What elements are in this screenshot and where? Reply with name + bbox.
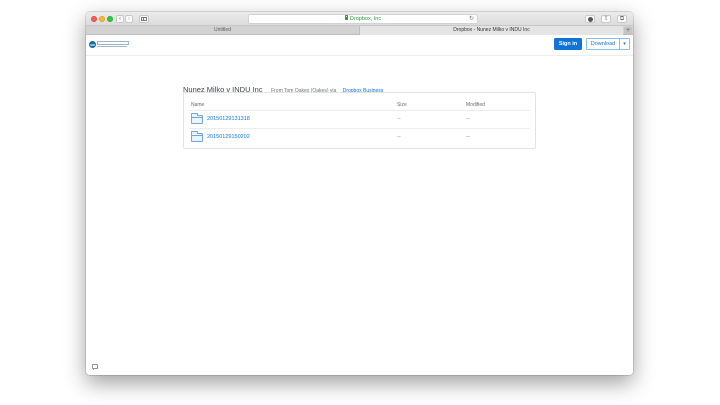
sidebar-icon xyxy=(141,17,147,21)
folder-name-link[interactable]: 20150129150202 xyxy=(207,134,250,141)
minimize-window-button[interactable] xyxy=(99,16,105,22)
folder-icon xyxy=(191,131,203,142)
download-options-button[interactable]: ▾ xyxy=(620,38,630,50)
folder-size: -- xyxy=(397,116,401,122)
folder-name-link[interactable]: 20150129131318 xyxy=(207,116,250,123)
logo-tagline xyxy=(97,45,127,47)
table-row[interactable]: 20150129131318 -- -- xyxy=(189,111,530,129)
page-content: Sign in Download ▾ Nunez Milko v INDU In… xyxy=(86,35,633,375)
tab-untitled[interactable]: Untitled xyxy=(86,26,360,35)
tab-bar: Untitled Dropbox - Nunez Milko v INDU In… xyxy=(86,26,633,35)
back-button[interactable]: ‹ xyxy=(116,15,124,23)
folder-modified: -- xyxy=(466,134,470,140)
tab-dropbox[interactable]: Dropbox - Nunez Milko v INDU Inc xyxy=(360,26,623,35)
reload-icon[interactable]: ↻ xyxy=(469,15,474,23)
url-text: Dropbox, Inc xyxy=(349,16,382,22)
logo-wordmark xyxy=(97,41,129,45)
browser-window: ‹ › Dropbox, Inc ↻ ⇧ ⧉ Untitled Dropbox … xyxy=(86,12,633,375)
column-header-name[interactable]: Name xyxy=(191,102,204,108)
maximize-window-button[interactable] xyxy=(107,16,113,22)
browser-toolbar: ‹ › Dropbox, Inc ↻ ⇧ ⧉ xyxy=(86,12,633,26)
column-header-modified[interactable]: Modified xyxy=(466,102,485,108)
sign-in-button[interactable]: Sign in xyxy=(554,38,582,50)
site-header: Sign in Download ▾ xyxy=(86,35,633,56)
file-list: Name Size Modified 20150129131318 -- -- … xyxy=(183,92,536,149)
extension-icon xyxy=(587,16,593,22)
download-button[interactable]: Download xyxy=(586,38,620,50)
extension-button[interactable] xyxy=(585,15,595,23)
new-tab-button[interactable]: + xyxy=(624,27,632,34)
show-tabs-button[interactable]: ⧉ xyxy=(617,15,627,23)
sidebar-toggle-button[interactable] xyxy=(139,15,149,23)
folder-modified: -- xyxy=(466,116,470,122)
logo-mark-icon xyxy=(89,41,96,48)
folder-size: -- xyxy=(397,134,401,140)
table-row[interactable]: 20150129150202 -- -- xyxy=(189,129,530,147)
chevron-down-icon: ▾ xyxy=(623,41,626,47)
column-header-size[interactable]: Size xyxy=(397,102,407,108)
feedback-icon[interactable] xyxy=(92,364,98,370)
company-logo[interactable] xyxy=(89,41,129,48)
url-display: Dropbox, Inc xyxy=(249,15,477,23)
share-button[interactable]: ⇧ xyxy=(601,15,611,23)
address-bar[interactable]: Dropbox, Inc ↻ xyxy=(248,14,478,24)
close-window-button[interactable] xyxy=(91,16,97,22)
lock-icon xyxy=(344,15,349,20)
forward-button[interactable]: › xyxy=(125,15,133,23)
folder-icon xyxy=(191,113,203,124)
